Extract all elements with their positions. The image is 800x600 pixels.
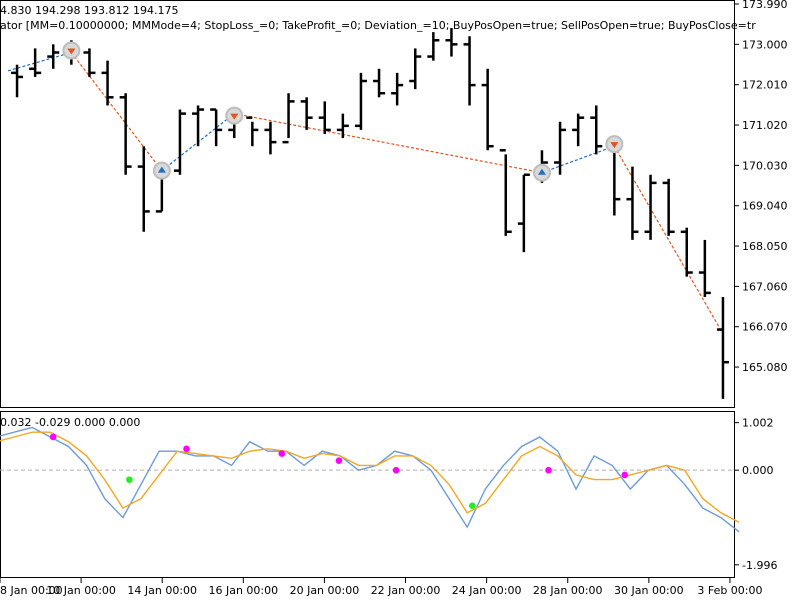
indicator-axis[interactable]: 1.002 0.000 -1.996 xyxy=(734,417,777,572)
price-tick-label: 165.080 xyxy=(742,361,788,374)
time-tick-label: 3 Feb 00:00 xyxy=(697,584,762,597)
indicator-line-orange xyxy=(0,431,740,523)
trade-link-line xyxy=(613,145,724,334)
ohlc-bar xyxy=(644,174,657,240)
ohlc-bar xyxy=(192,105,205,147)
signal-dot xyxy=(335,457,343,464)
trade-links xyxy=(7,51,724,334)
ohlc-header: 4.830 194.298 193.812 194.175 xyxy=(0,4,179,17)
trade-link-line xyxy=(70,52,163,172)
sell-arrow-icon xyxy=(62,41,81,60)
price-tick-label: 170.030 xyxy=(742,159,788,172)
indicator-values-header: 0.032 -0.029 0.000 0.000 xyxy=(0,416,141,429)
price-tick-label: 168.050 xyxy=(742,240,788,253)
ohlc-bar xyxy=(662,178,675,236)
signal-dot xyxy=(183,445,190,453)
time-tick-label: 10 Jan 00:00 xyxy=(46,584,116,597)
ohlc-bar xyxy=(11,64,24,98)
time-tick-label: 14 Jan 00:00 xyxy=(127,584,197,597)
ohlc-bar xyxy=(354,72,367,130)
time-tick-label: 24 Jan 00:00 xyxy=(452,584,522,597)
ohlc-bar xyxy=(173,109,186,175)
time-axis[interactable]: 8 Jan 00:0010 Jan 00:00 14 Jan 00:00 16 Ja… xyxy=(0,578,763,597)
ohlc-bar xyxy=(481,68,494,151)
indicator-signal-dots xyxy=(49,433,629,510)
time-tick-label: 20 Jan 00:00 xyxy=(290,584,360,597)
signal-dot xyxy=(278,450,286,457)
price-tick-label: 173.990 xyxy=(742,0,788,11)
ohlc-bar xyxy=(83,48,96,77)
time-tick-label: 28 Jan 00:00 xyxy=(533,584,603,597)
ohlc-bar xyxy=(137,146,150,232)
ohlc-bar xyxy=(391,72,404,106)
chart-canvas[interactable]: 173.990 173.000 172.010 171.020 170.030 169.0… xyxy=(0,0,800,600)
ohlc-bar xyxy=(264,121,277,155)
signal-dot xyxy=(621,471,629,479)
ohlc-bar xyxy=(119,93,132,175)
ohlc-bar xyxy=(499,149,512,236)
ohlc-bar xyxy=(300,97,313,130)
price-tick-label: 171.020 xyxy=(742,119,788,132)
indicator-tick-label: -1.996 xyxy=(742,559,777,572)
trade-arrows xyxy=(62,41,624,182)
ohlc-bar xyxy=(373,68,386,98)
ohlc-bar xyxy=(101,60,114,106)
ohlc-bar xyxy=(698,239,711,297)
indicator-lines xyxy=(0,426,740,533)
ohlc-bar xyxy=(29,48,42,77)
ohlc-bar xyxy=(282,93,295,144)
main-pane-border xyxy=(0,0,735,408)
sell-arrow-icon xyxy=(225,106,244,125)
time-tick-label: 16 Jan 00:00 xyxy=(208,584,278,597)
price-tick-label: 169.040 xyxy=(742,200,788,213)
price-tick-label: 166.070 xyxy=(742,321,788,334)
signal-dot xyxy=(126,476,133,483)
signal-dot xyxy=(49,433,57,441)
indicator-tick-label: 0.000 xyxy=(742,464,774,477)
ohlc-bar xyxy=(716,296,729,399)
price-tick-label: 167.060 xyxy=(742,280,788,293)
signal-dot xyxy=(392,466,400,474)
price-axis[interactable]: 173.990 173.000 172.010 171.020 170.030 169.0… xyxy=(734,0,788,374)
ohlc-bar xyxy=(626,166,639,240)
buy-arrow-icon xyxy=(532,163,551,182)
ohlc-bar xyxy=(680,227,693,277)
chart-window: 173.990 173.000 172.010 171.020 170.030 169.0… xyxy=(0,0,800,600)
trade-link-line xyxy=(541,145,615,174)
ohlc-bar xyxy=(463,36,476,106)
time-tick-label: 22 Jan 00:00 xyxy=(371,584,441,597)
ohlc-bar xyxy=(554,121,567,175)
ohlc-bar xyxy=(318,101,331,134)
expert-params-header: ator [MM=0.10000000; MMMode=4; StopLoss_… xyxy=(0,19,756,32)
trade-link-line xyxy=(234,113,543,174)
sell-arrow-icon xyxy=(605,135,624,154)
ohlc-bar xyxy=(210,108,223,147)
indicator-line-blue xyxy=(0,426,740,533)
ohlc-bar xyxy=(336,113,349,139)
buy-arrow-icon xyxy=(152,161,171,180)
ohlc-bar xyxy=(572,113,585,147)
price-tick-label: 172.010 xyxy=(742,79,788,92)
ohlc-bar xyxy=(445,28,458,57)
ohlc-bar xyxy=(590,105,603,155)
indicator-tick-label: 1.002 xyxy=(742,417,774,430)
ohlc-bar xyxy=(517,173,530,253)
ohlc-bars xyxy=(11,28,729,399)
indicator-pane-border xyxy=(0,411,735,578)
signal-dot xyxy=(545,466,552,474)
signal-dot xyxy=(469,502,476,510)
ohlc-bar xyxy=(246,116,259,147)
ohlc-bar xyxy=(409,48,422,90)
ohlc-bar xyxy=(427,32,440,61)
price-tick-label: 173.000 xyxy=(742,38,788,51)
time-tick-label: 30 Jan 00:00 xyxy=(614,584,684,597)
